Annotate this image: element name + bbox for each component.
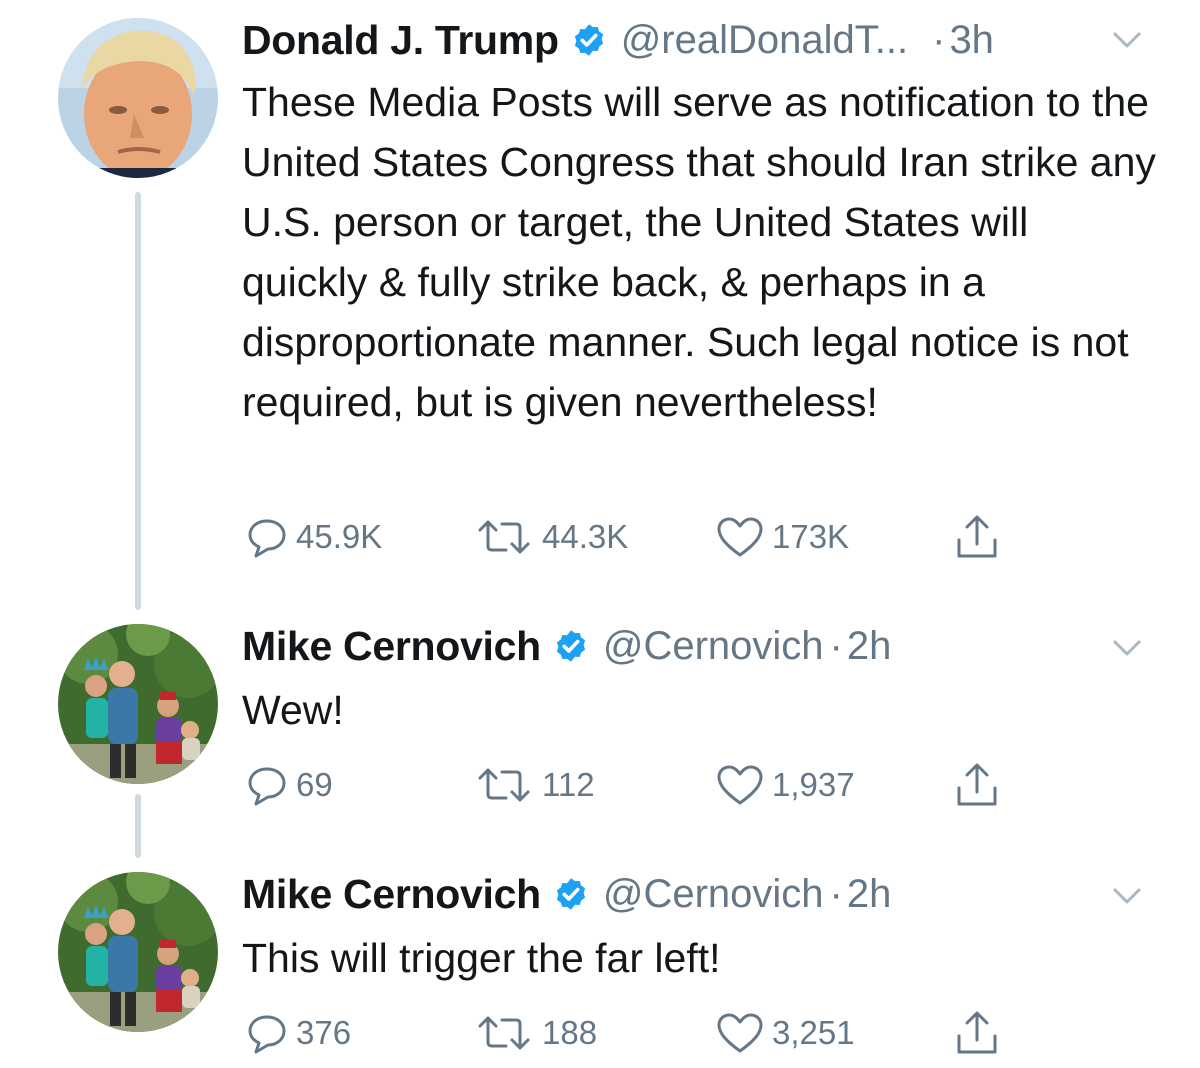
reply-button[interactable]: 45.9K: [246, 512, 382, 562]
chevron-down-icon[interactable]: [1112, 886, 1142, 906]
family-photo-avatar-icon: [58, 624, 218, 784]
reply-button[interactable]: 376: [246, 1008, 351, 1058]
timestamp[interactable]: 3h: [949, 18, 994, 63]
tweet-text: These Media Posts will serve as notifica…: [242, 79, 1156, 425]
retweet-count: 44.3K: [542, 518, 629, 555]
reply-icon: [248, 519, 286, 558]
tweet-header: Donald J. Trump @realDonaldT... · 3h: [242, 12, 1140, 68]
share-icon: [957, 763, 997, 806]
like-count: 173K: [772, 518, 850, 555]
portrait-avatar-icon: [58, 18, 218, 178]
verified-badge-icon: [571, 22, 607, 58]
verified-badge-icon: [553, 628, 589, 664]
time-separator: ·: [829, 623, 843, 668]
display-name[interactable]: Mike Cernovich: [242, 623, 541, 670]
heart-icon: [717, 1013, 763, 1053]
like-button[interactable]: 173K: [716, 512, 849, 562]
timestamp[interactable]: 2h: [847, 872, 892, 917]
like-count: 3,251: [772, 1014, 855, 1051]
tweet[interactable]: Mike Cernovich @Cernovich · 2h Wew! 69 1…: [0, 600, 1200, 858]
tweet-thread: Donald J. Trump @realDonaldT... · 3h The…: [0, 0, 1200, 1068]
display-name[interactable]: Donald J. Trump: [242, 17, 559, 64]
tweet-header: Mike Cernovich @Cernovich · 2h: [242, 866, 1140, 922]
user-handle[interactable]: @Cernovich: [603, 624, 824, 669]
chevron-down-icon[interactable]: [1112, 30, 1142, 50]
retweet-icon: [478, 520, 530, 554]
avatar[interactable]: [58, 624, 218, 784]
tweet[interactable]: Mike Cernovich @Cernovich · 2h This will…: [0, 852, 1200, 1068]
display-name[interactable]: Mike Cernovich: [242, 871, 541, 918]
avatar[interactable]: [58, 18, 218, 178]
like-button[interactable]: 1,937: [716, 760, 855, 810]
thread-connector: [135, 794, 141, 858]
time-separator: ·: [829, 871, 843, 916]
share-icon: [957, 515, 997, 558]
retweet-button[interactable]: 188: [474, 1008, 597, 1058]
timestamp[interactable]: 2h: [847, 624, 892, 669]
share-button[interactable]: [954, 760, 1000, 810]
retweet-count: 188: [542, 1014, 598, 1051]
chevron-down-icon[interactable]: [1112, 638, 1142, 658]
retweet-button[interactable]: 112: [474, 760, 595, 810]
retweet-button[interactable]: 44.3K: [474, 512, 628, 562]
family-photo-avatar-icon: [58, 872, 218, 1032]
tweet-text: Wew!: [242, 687, 344, 733]
share-icon: [957, 1011, 997, 1054]
like-count: 1,937: [772, 766, 855, 803]
retweet-icon: [478, 1016, 530, 1050]
tweet-text: This will trigger the far left!: [242, 935, 721, 981]
reply-count: 376: [296, 1014, 352, 1051]
heart-icon: [717, 765, 763, 805]
like-button[interactable]: 3,251: [716, 1008, 855, 1058]
user-handle[interactable]: @Cernovich: [603, 872, 824, 917]
thread-connector: [135, 192, 141, 610]
retweet-icon: [478, 768, 530, 802]
reply-button[interactable]: 69: [246, 760, 333, 810]
reply-count: 69: [296, 766, 333, 803]
share-button[interactable]: [954, 1008, 1000, 1058]
heart-icon: [717, 517, 763, 557]
tweet-header: Mike Cernovich @Cernovich · 2h: [242, 618, 1140, 674]
time-separator: ·: [932, 17, 946, 62]
tweet[interactable]: Donald J. Trump @realDonaldT... · 3h The…: [0, 0, 1200, 610]
retweet-count: 112: [542, 766, 595, 803]
share-button[interactable]: [954, 512, 1000, 562]
reply-icon: [248, 767, 286, 806]
reply-count: 45.9K: [296, 518, 383, 555]
avatar[interactable]: [58, 872, 218, 1032]
verified-badge-icon: [553, 876, 589, 912]
user-handle[interactable]: @realDonaldT...: [621, 18, 908, 63]
reply-icon: [248, 1015, 286, 1054]
